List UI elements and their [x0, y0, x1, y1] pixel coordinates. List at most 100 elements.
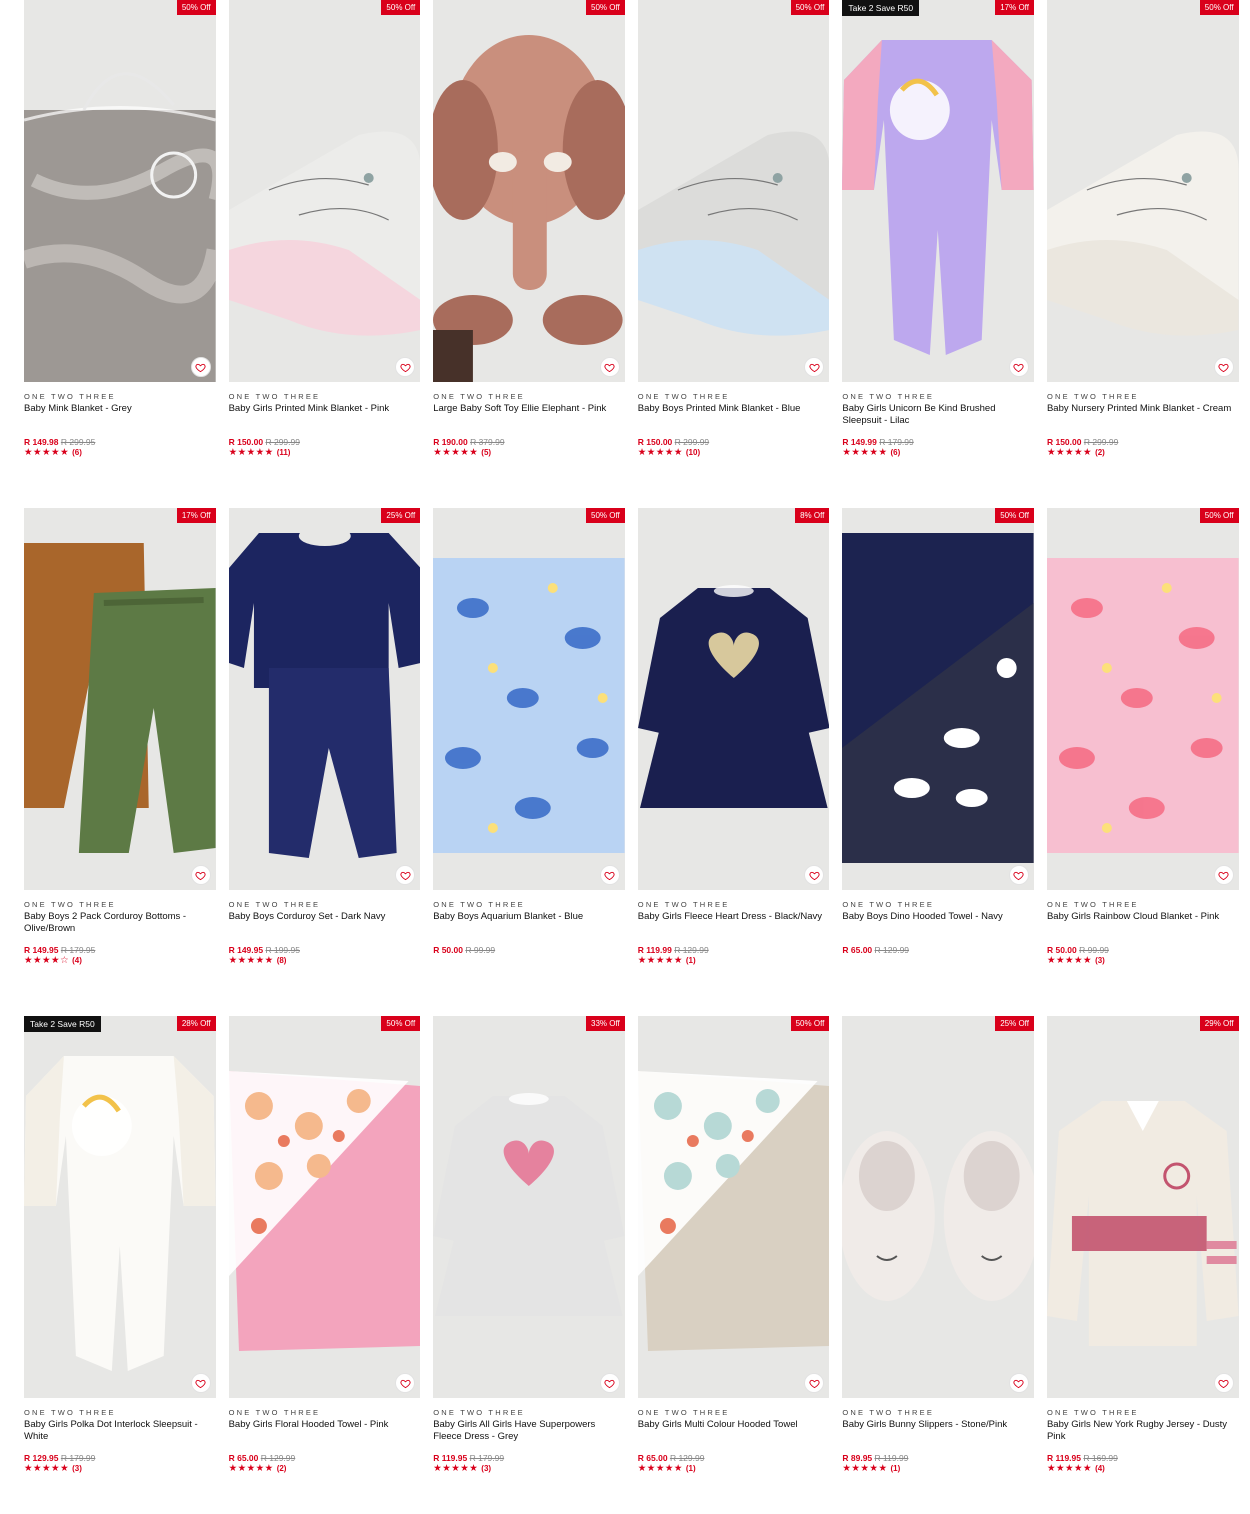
original-price: R 129.99 — [674, 945, 709, 955]
wishlist-button[interactable] — [190, 865, 211, 885]
product-title[interactable]: Large Baby Soft Toy Ellie Elephant - Pin… — [433, 403, 625, 437]
review-count[interactable]: (10) — [686, 448, 700, 458]
product-card-18[interactable]: 29% Off ONE TWO THREE Baby Girls New Yor… — [1046, 1016, 1239, 1482]
product-title[interactable]: Baby Girls Rainbow Cloud Blanket - Pink — [1047, 911, 1239, 945]
review-count[interactable]: (3) — [72, 1464, 82, 1474]
product-image[interactable]: 50% Off — [433, 0, 625, 382]
wishlist-button[interactable] — [599, 865, 620, 885]
brand-name: ONE TWO THREE — [1046, 900, 1139, 909]
product-title[interactable]: Baby Boys Corduroy Set - Dark Navy — [229, 911, 421, 945]
product-title[interactable]: Baby Boys Dino Hooded Towel - Navy — [842, 911, 1034, 945]
product-card-3[interactable]: 50% Off ONE TWO THREE Large Baby Soft To… — [433, 0, 625, 466]
review-count[interactable]: (2) — [277, 1464, 287, 1474]
heart-outline-icon — [1218, 363, 1229, 372]
wishlist-button[interactable] — [599, 1373, 620, 1393]
product-card-10[interactable]: 8% Off ONE TWO THREE Baby Girls Fleece H… — [637, 508, 830, 974]
wishlist-button[interactable] — [1213, 1373, 1234, 1393]
product-card-11[interactable]: 50% Off ONE TWO THREE Baby Boys Dino Hoo… — [842, 508, 1034, 974]
review-count[interactable]: (3) — [1095, 956, 1105, 966]
product-image[interactable]: 50% Off — [228, 0, 421, 382]
product-card-4[interactable]: 50% Off ONE TWO THREE Baby Boys Printed … — [637, 0, 830, 466]
product-title[interactable]: Baby Boys 2 Pack Corduroy Bottoms - Oliv… — [24, 911, 216, 945]
review-count[interactable]: (4) — [1095, 1464, 1105, 1474]
product-card-9[interactable]: 50% Off ONE TWO THREE Baby Boys Aquarium… — [433, 508, 625, 974]
review-count[interactable]: (6) — [890, 448, 900, 458]
product-image[interactable]: 33% Off — [433, 1016, 625, 1398]
product-card-17[interactable]: 25% Off ONE TWO THREE Baby Girls Bunny S… — [842, 1016, 1034, 1482]
wishlist-button[interactable] — [1008, 1373, 1029, 1393]
product-title[interactable]: Baby Mink Blanket - Grey — [24, 403, 216, 437]
product-title[interactable]: Baby Nursery Printed Mink Blanket - Crea… — [1047, 403, 1239, 437]
review-count[interactable]: (1) — [890, 1464, 900, 1474]
product-card-15[interactable]: 33% Off ONE TWO THREE Baby Girls All Gir… — [433, 1016, 625, 1482]
product-card-7[interactable]: 17% Off ONE TWO THREE Baby Boys 2 Pack C… — [24, 508, 216, 974]
heart-outline-icon — [809, 871, 820, 880]
product-title[interactable]: Baby Girls Printed Mink Blanket - Pink — [229, 403, 421, 437]
product-image[interactable]: Take 2 Save R50 17% Off — [842, 0, 1034, 382]
product-card-13[interactable]: Take 2 Save R50 28% Off ONE TWO THREE Ba… — [24, 1016, 216, 1482]
product-title[interactable]: Baby Girls Bunny Slippers - Stone/Pink — [842, 1419, 1034, 1453]
product-photo — [637, 131, 830, 336]
product-title[interactable]: Baby Girls New York Rugby Jersey - Dusty… — [1047, 1419, 1239, 1453]
price: R 149.95 R 199.95 — [229, 945, 421, 955]
wishlist-button[interactable] — [1008, 865, 1029, 885]
price: R 150.00 R 299.99 — [1047, 437, 1239, 447]
product-image[interactable]: 50% Off — [1046, 0, 1239, 382]
product-image[interactable]: 50% Off — [228, 1016, 421, 1398]
product-title[interactable]: Baby Girls Polka Dot Interlock Sleepsuit… — [24, 1419, 216, 1453]
product-image[interactable]: 50% Off — [433, 508, 625, 890]
wishlist-button[interactable] — [190, 1373, 211, 1393]
product-card-1[interactable]: 50% Off ONE TWO THREE Baby Mink Blanket … — [24, 0, 216, 466]
review-count[interactable]: (1) — [686, 956, 696, 966]
wishlist-button[interactable] — [1213, 357, 1234, 377]
wishlist-button[interactable] — [599, 357, 620, 377]
product-image[interactable]: 50% Off — [637, 1016, 830, 1398]
product-image[interactable]: 25% Off — [842, 1016, 1034, 1398]
star-rating-icon: ★★★★★ — [24, 447, 70, 458]
product-image[interactable]: 8% Off — [637, 508, 830, 890]
rating: ★★★★★ (8) — [229, 956, 421, 966]
product-title[interactable]: Baby Girls Fleece Heart Dress - Black/Na… — [638, 911, 830, 945]
discount-badge: 50% Off — [586, 508, 625, 523]
current-price: R 150.00 — [637, 437, 673, 447]
product-card-14[interactable]: 50% Off ONE TWO THREE Baby Girls Floral … — [228, 1016, 421, 1482]
current-price: R 65.00 — [228, 1453, 259, 1463]
review-count[interactable]: (2) — [1095, 448, 1105, 458]
review-count[interactable]: (3) — [481, 1464, 491, 1474]
product-image[interactable]: 50% Off — [637, 0, 830, 382]
heart-outline-icon — [1013, 1379, 1025, 1388]
product-title[interactable]: Baby Girls Unicorn Be Kind Brushed Sleep… — [842, 403, 1034, 437]
product-card-16[interactable]: 50% Off ONE TWO THREE Baby Girls Multi C… — [637, 1016, 830, 1482]
product-photo — [637, 1071, 830, 1351]
product-title[interactable]: Baby Boys Printed Mink Blanket - Blue — [638, 403, 830, 437]
product-card-8[interactable]: 25% Off ONE TWO THREE Baby Boys Corduroy… — [228, 508, 421, 974]
product-image[interactable]: 29% Off — [1046, 1016, 1239, 1398]
product-photo — [842, 1131, 1034, 1301]
product-title[interactable]: Baby Boys Aquarium Blanket - Blue — [433, 911, 625, 945]
review-count[interactable]: (8) — [277, 956, 287, 966]
review-count[interactable]: (11) — [277, 448, 291, 458]
product-image[interactable]: 50% Off — [24, 0, 216, 382]
product-title[interactable]: Baby Girls Multi Colour Hooded Towel — [638, 1419, 830, 1453]
product-title[interactable]: Baby Girls Floral Hooded Towel - Pink — [229, 1419, 421, 1453]
review-count[interactable]: (4) — [72, 956, 82, 966]
heart-outline-icon — [809, 363, 820, 372]
product-image[interactable]: 50% Off — [1046, 508, 1239, 890]
wishlist-button[interactable] — [1213, 865, 1234, 885]
product-card-6[interactable]: 50% Off ONE TWO THREE Baby Nursery Print… — [1046, 0, 1239, 466]
product-image[interactable]: Take 2 Save R50 28% Off — [24, 1016, 216, 1398]
product-image[interactable]: 17% Off — [24, 508, 216, 890]
review-count[interactable]: (5) — [481, 448, 491, 458]
brand-name: ONE TWO THREE — [433, 900, 525, 909]
review-count[interactable]: (6) — [72, 448, 82, 458]
wishlist-button[interactable] — [190, 357, 211, 377]
product-card-12[interactable]: 50% Off ONE TWO THREE Baby Girls Rainbow… — [1046, 508, 1239, 974]
product-card-2[interactable]: 50% Off ONE TWO THREE Baby Girls Printed… — [228, 0, 421, 466]
review-count[interactable]: (1) — [686, 1464, 696, 1474]
wishlist-button[interactable] — [1008, 357, 1029, 377]
product-image[interactable]: 50% Off — [842, 508, 1034, 890]
product-card-5[interactable]: Take 2 Save R50 17% Off ONE TWO THREE Ba… — [842, 0, 1034, 466]
star-rating-icon: ★★★★★ — [1046, 447, 1093, 458]
product-image[interactable]: 25% Off — [228, 508, 421, 890]
product-title[interactable]: Baby Girls All Girls Have Superpowers Fl… — [433, 1419, 625, 1453]
